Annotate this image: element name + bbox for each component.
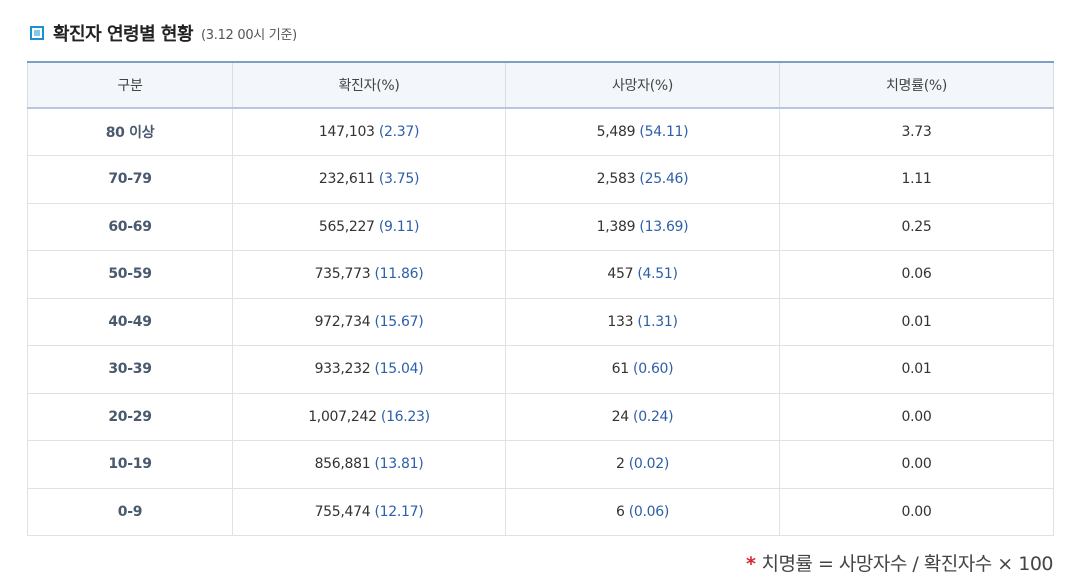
section-header: 확진자 연령별 현황 (3.12 00시 기준) xyxy=(30,20,297,46)
deaths-percent: (25.46) xyxy=(639,171,689,188)
deaths-cell: 6 (0.06) xyxy=(505,487,780,536)
deaths-percent: (13.69) xyxy=(639,218,689,235)
table-row: 20-29 1,007,242 (16.23) 24 (0.24) 0.00 xyxy=(27,392,1054,441)
fatality-rate-cell: 3.73 xyxy=(779,107,1054,156)
confirmed-cell: 755,474 (12.17) xyxy=(232,487,506,536)
deaths-percent: (0.06) xyxy=(628,503,670,520)
table-row: 40-49 972,734 (15.67) 133 (1.31) 0.01 xyxy=(27,297,1054,346)
confirmed-count: 147,103 xyxy=(318,124,375,140)
deaths-count: 24 xyxy=(611,408,630,425)
fatality-rate-cell: 0.00 xyxy=(779,440,1054,489)
deaths-percent: (54.11) xyxy=(639,124,689,140)
age-group-cell: 40-49 xyxy=(27,297,233,346)
confirmed-percent: (3.75) xyxy=(378,171,420,188)
table-row: 70-79 232,611 (3.75) 2,583 (25.46) 1.11 xyxy=(27,155,1054,204)
deaths-cell: 61 (0.60) xyxy=(505,345,780,394)
age-group-cell: 60-69 xyxy=(27,202,233,251)
table-header-row: 구분 확진자(%) 사망자(%) 치명률(%) xyxy=(27,61,1054,109)
confirmed-cell: 933,232 (15.04) xyxy=(232,345,506,394)
confirmed-percent: (9.11) xyxy=(378,218,420,235)
age-group-cell: 80 이상 xyxy=(27,107,233,156)
confirmed-cell: 1,007,242 (16.23) xyxy=(232,392,506,441)
fatality-rate-cell: 0.00 xyxy=(779,392,1054,441)
table-row: 10-19 856,881 (13.81) 2 (0.02) 0.00 xyxy=(27,440,1054,489)
fatality-rate-cell: 0.25 xyxy=(779,202,1054,251)
confirmed-cell: 856,881 (13.81) xyxy=(232,440,506,489)
age-group-cell: 0-9 xyxy=(27,487,233,536)
age-group-cell: 70-79 xyxy=(27,155,233,204)
deaths-count: 1,389 xyxy=(596,218,636,235)
confirmed-count: 735,773 xyxy=(314,266,371,283)
fatality-rate-cell: 0.06 xyxy=(779,250,1054,299)
table-row: 30-39 933,232 (15.04) 61 (0.60) 0.01 xyxy=(27,345,1054,394)
confirmed-percent: (16.23) xyxy=(380,408,430,425)
confirmed-count: 856,881 xyxy=(314,456,371,473)
footnote-text: 치명률 = 사망자수 / 확진자수 × 100 xyxy=(761,553,1053,575)
confirmed-percent: (11.86) xyxy=(374,266,424,283)
confirmed-count: 232,611 xyxy=(318,171,375,188)
confirmed-count: 972,734 xyxy=(314,313,371,330)
table-row: 50-59 735,773 (11.86) 457 (4.51) 0.06 xyxy=(27,250,1054,299)
deaths-count: 2 xyxy=(615,456,625,473)
table-row: 60-69 565,227 (9.11) 1,389 (13.69) 0.25 xyxy=(27,202,1054,251)
age-group-cell: 30-39 xyxy=(27,345,233,394)
confirmed-cell: 972,734 (15.67) xyxy=(232,297,506,346)
confirmed-percent: (15.67) xyxy=(374,313,424,330)
column-header-fatality: 치명률(%) xyxy=(779,61,1054,109)
footnote-marker: * xyxy=(746,553,756,575)
deaths-cell: 457 (4.51) xyxy=(505,250,780,299)
deaths-count: 133 xyxy=(607,313,634,330)
deaths-count: 6 xyxy=(615,503,625,520)
deaths-count: 5,489 xyxy=(596,124,636,140)
confirmed-percent: (2.37) xyxy=(378,124,420,140)
confirmed-cell: 232,611 (3.75) xyxy=(232,155,506,204)
age-group-cell: 10-19 xyxy=(27,440,233,489)
footnote: * 치명률 = 사망자수 / 확진자수 × 100 xyxy=(746,549,1053,576)
column-header-deaths: 사망자(%) xyxy=(505,61,780,109)
column-header-confirmed: 확진자(%) xyxy=(232,61,506,109)
deaths-cell: 133 (1.31) xyxy=(505,297,780,346)
fatality-rate-cell: 0.00 xyxy=(779,487,1054,536)
confirmed-count: 755,474 xyxy=(314,503,371,520)
deaths-count: 457 xyxy=(607,266,634,283)
confirmed-cell: 565,227 (9.11) xyxy=(232,202,506,251)
confirmed-count: 1,007,242 xyxy=(308,408,377,425)
table-body: 80 이상 147,103 (2.37) 5,489 (54.11) 3.73 70-7… xyxy=(27,107,1054,536)
deaths-cell: 5,489 (54.11) xyxy=(505,107,780,156)
table-row: 0-9 755,474 (12.17) 6 (0.06) 0.00 xyxy=(27,487,1054,536)
fatality-rate-cell: 0.01 xyxy=(779,345,1054,394)
column-header-category: 구분 xyxy=(27,61,233,109)
deaths-cell: 2,583 (25.46) xyxy=(505,155,780,204)
fatality-rate-cell: 1.11 xyxy=(779,155,1054,204)
deaths-cell: 1,389 (13.69) xyxy=(505,202,780,251)
deaths-cell: 2 (0.02) xyxy=(505,440,780,489)
confirmed-percent: (12.17) xyxy=(374,503,424,520)
confirmed-count: 565,227 xyxy=(318,218,375,235)
fatality-rate-cell: 0.01 xyxy=(779,297,1054,346)
deaths-percent: (0.24) xyxy=(633,408,674,425)
age-group-cell: 50-59 xyxy=(27,250,233,299)
page-title: 확진자 연령별 현황 xyxy=(53,24,194,45)
deaths-percent: (0.02) xyxy=(628,456,670,473)
age-stats-table: 구분 확진자(%) 사망자(%) 치명률(%) 80 이상 147,103 (2.… xyxy=(27,61,1054,536)
confirmed-percent: (13.81) xyxy=(374,456,424,473)
page-subtitle: (3.12 00시 기준) xyxy=(201,27,297,43)
deaths-percent: (4.51) xyxy=(637,266,678,283)
confirmed-cell: 735,773 (11.86) xyxy=(232,250,506,299)
age-group-cell: 20-29 xyxy=(27,392,233,441)
deaths-count: 2,583 xyxy=(596,171,636,188)
deaths-cell: 24 (0.24) xyxy=(505,392,780,441)
confirmed-percent: (15.04) xyxy=(374,361,424,378)
deaths-percent: (0.60) xyxy=(633,361,674,378)
confirmed-count: 933,232 xyxy=(314,361,371,378)
deaths-count: 61 xyxy=(611,361,630,378)
confirmed-cell: 147,103 (2.37) xyxy=(232,107,506,156)
deaths-percent: (1.31) xyxy=(637,313,678,330)
table-row: 80 이상 147,103 (2.37) 5,489 (54.11) 3.73 xyxy=(27,107,1054,156)
square-bullet-icon xyxy=(30,26,44,40)
